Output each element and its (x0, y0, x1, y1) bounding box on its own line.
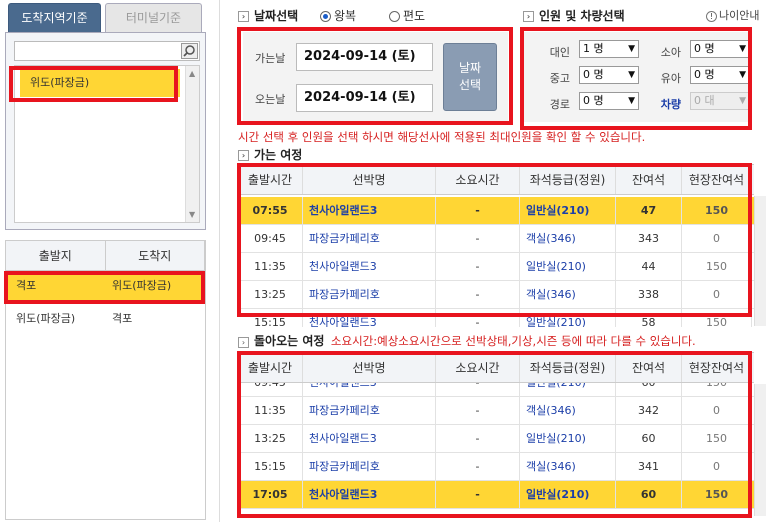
inbound-title-row: › 돌아오는 여정 소요시간:예상소요시간으로 선박상태,기상,시즌 등에 따라 … (238, 332, 696, 349)
age-guide-link[interactable]: ! 나이안내 (706, 7, 759, 23)
scroll-up-icon: ▲ (189, 69, 196, 78)
tab-arrival-region[interactable]: 도착지역기준 (8, 3, 101, 33)
scrollbar[interactable] (754, 384, 766, 516)
route-departure: 위도(파장금) (16, 312, 76, 325)
radio-off-icon (389, 11, 400, 22)
region-panel: 위도(파장금) ▼ ▲ (5, 32, 206, 230)
annotation-box (520, 27, 752, 130)
divider (219, 0, 220, 522)
chevron-right-icon: › (238, 336, 249, 348)
chevron-right-icon: › (523, 11, 534, 22)
chevron-right-icon: › (238, 150, 249, 161)
route-header-departure: 출발지 (6, 241, 106, 270)
scroll-down-icon: ▼ (189, 210, 196, 219)
radio-oneway[interactable]: 편도 (389, 7, 425, 24)
outbound-title: › 가는 여정 (238, 146, 302, 163)
annotation-box (237, 27, 513, 125)
annotation-box (237, 351, 752, 518)
info-icon: ! (706, 11, 717, 22)
search-button[interactable] (181, 43, 198, 59)
tab-terminal[interactable]: 터미널기준 (105, 3, 202, 33)
route-row[interactable]: 위도(파장금) 격포 (6, 304, 205, 334)
region-search-input[interactable] (14, 41, 200, 61)
radio-on-icon (320, 11, 331, 22)
scrollbar[interactable] (754, 196, 766, 326)
route-arrival: 격포 (112, 312, 133, 325)
search-icon (183, 45, 195, 57)
scrollbar[interactable]: ▼ ▲ (185, 66, 199, 222)
chevron-right-icon: › (238, 11, 249, 22)
radio-roundtrip[interactable]: 왕복 (320, 7, 356, 24)
pax-notice: 시간 선택 후 인원을 선택 하시면 해당선사에 적용된 최대인원을 확인 할 … (238, 130, 646, 144)
date-section-title: › 날짜선택 (238, 7, 298, 24)
annotation-box (237, 163, 752, 317)
inbound-title: 돌아오는 여정 (254, 334, 325, 348)
annotation-box (9, 66, 178, 102)
inbound-notice: 소요시간:예상소요시간으로 선박상태,기상,시즌 등에 따라 다를 수 있습니다… (330, 334, 696, 348)
annotation-box (4, 271, 205, 304)
pax-section-title: › 인원 및 차량선택 (523, 7, 625, 24)
route-header-arrival: 도착지 (106, 241, 205, 270)
